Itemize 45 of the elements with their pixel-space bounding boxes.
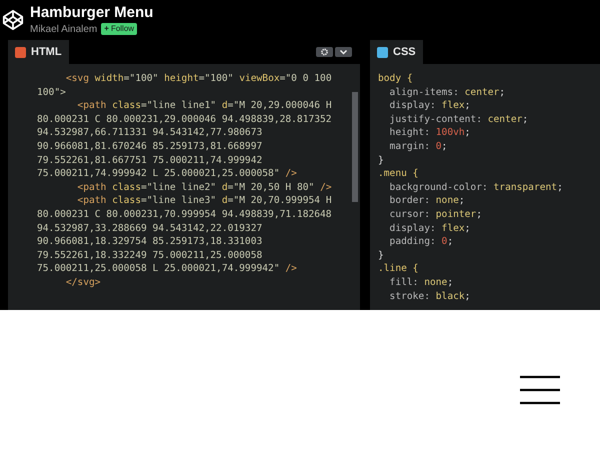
code-line: 90.966081,18.329754 85.259173,18.331003: [37, 235, 262, 249]
code-line: 90.966081,81.670246 85.259173,81.668997: [37, 140, 262, 154]
code-line: <path class="line line3" d="M 20,70.999954 H: [76, 194, 332, 208]
code-line: justify-content: center;: [388, 112, 528, 126]
code-line: padding: 0;: [388, 235, 454, 249]
code-line: }: [378, 248, 384, 262]
code-line: height: 100vh;: [388, 126, 470, 140]
code-line: 79.552261,81.667751 75.000211,74.999942: [37, 154, 262, 168]
author-name[interactable]: Mikael Ainalem: [30, 22, 98, 36]
settings-icon[interactable]: [316, 47, 333, 57]
code-line: 94.532987,66.711331 94.543142,77.980673: [37, 126, 262, 140]
code-line: <svg width="100" height="100" viewBox="0 0 100: [64, 72, 332, 86]
hamburger-menu-icon[interactable]: [519, 374, 561, 404]
code-line: fill: none;: [388, 276, 454, 290]
code-line: align-items: center;: [388, 86, 506, 100]
pen-title: Hamburger Menu: [30, 4, 154, 22]
code-line: <path class="line line1" d="M 20,29.000046 H: [76, 99, 332, 113]
code-line: }: [378, 154, 384, 168]
code-line: stroke: black;: [388, 290, 470, 304]
code-line: body {: [378, 72, 413, 86]
code-line: cursor: pointer;: [388, 208, 482, 222]
code-line: border: none;: [388, 194, 465, 208]
code-line: .menu {: [378, 167, 418, 181]
cube-logo-icon: [2, 9, 24, 31]
html-badge-icon: [15, 46, 26, 58]
editor-tab[interactable]: HTML: [8, 40, 69, 64]
code-line: 75.000211,74.999942 L 25.000021,25.000058" />: [37, 167, 297, 181]
editor-tab[interactable]: CSS: [370, 40, 423, 64]
code-line: 100">: [37, 86, 66, 100]
code-line: background-color: transparent;: [388, 180, 563, 194]
follow-button[interactable]: + Follow: [101, 23, 138, 35]
code-line: margin: 0;: [388, 140, 448, 154]
code-line: 94.532987,33.288669 94.543142,22.019327: [37, 222, 262, 236]
code-line: 80.000231 C 80.000231,29.000046 94.498839,28.817352: [37, 112, 332, 126]
code-line: 80.000231 C 80.000231,70.999954 94.498839,71.182648: [37, 208, 332, 222]
code-line: 75.000211,25.000058 L 25.000021,74.999942" />: [37, 262, 297, 276]
code-line: .line {: [378, 262, 418, 276]
code-line: display: flex;: [388, 222, 470, 236]
chevron-down-icon[interactable]: [335, 47, 352, 57]
scrollbar-thumb[interactable]: [352, 92, 358, 202]
code-line: 79.552261,18.332249 75.000211,25.000058: [37, 248, 262, 262]
css-badge-icon: [377, 46, 388, 58]
code-line: <path class="line line2" d="M 20,50 H 80" />: [76, 180, 332, 194]
code-line: </svg>: [64, 276, 101, 290]
code-line: display: flex;: [388, 99, 470, 113]
